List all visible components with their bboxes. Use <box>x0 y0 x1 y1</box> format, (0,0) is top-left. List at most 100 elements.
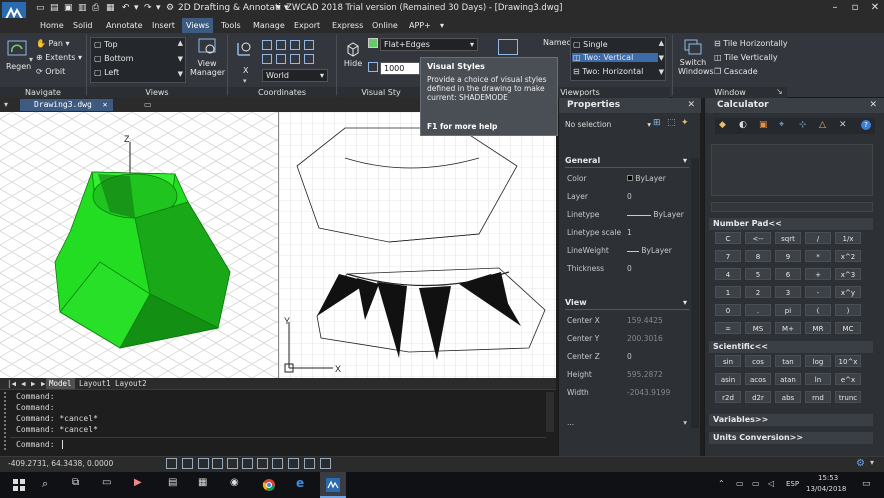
osnap-icon[interactable] <box>227 458 238 469</box>
close-icon[interactable]: ✕ <box>687 100 695 110</box>
selection-cycling-icon[interactable] <box>320 458 331 469</box>
store-icon[interactable]: ▤ <box>168 477 177 488</box>
view-manager-button[interactable]: View Manager <box>190 37 225 77</box>
windows-start-icon[interactable] <box>12 478 26 492</box>
sci-key[interactable]: tan <box>775 355 801 367</box>
intersection-icon[interactable]: ✕ <box>839 120 847 130</box>
print-icon[interactable]: ⎙ <box>92 3 99 15</box>
history-icon[interactable]: ◐ <box>739 120 747 130</box>
tab-home[interactable]: Home <box>36 18 68 33</box>
status-menu-icon[interactable]: ▾ <box>870 458 874 467</box>
tab-manage[interactable]: Manage <box>249 18 289 33</box>
properties-scrollbar[interactable] <box>691 158 699 428</box>
prop-layer[interactable]: Layer 0 <box>567 192 689 210</box>
numpad-key[interactable]: / <box>805 232 831 244</box>
command-scrollbar[interactable] <box>546 392 554 432</box>
numpad-key[interactable]: - <box>805 286 831 298</box>
tile-vertically-button[interactable]: ◫ Tile Vertically <box>714 53 778 62</box>
close-button[interactable]: ✕ <box>866 1 884 15</box>
panel-expand-icon[interactable]: ↘ <box>776 87 783 96</box>
tile-horizontally-button[interactable]: ⊟ Tile Horizontally <box>714 39 788 48</box>
numpad-key[interactable]: 5 <box>745 268 771 280</box>
action-center-icon[interactable]: ▭ <box>862 479 871 489</box>
tab-model[interactable]: Model <box>46 378 75 389</box>
sci-key[interactable]: 10^x <box>835 355 861 367</box>
numpad-key[interactable]: 8 <box>745 250 771 262</box>
calculator-input[interactable] <box>711 202 873 212</box>
workspace-selector[interactable]: 2D Drafting & Annotati ▾ <box>178 3 288 15</box>
command-input[interactable]: Command: <box>10 437 546 451</box>
numpad-key[interactable]: <-- <box>745 232 771 244</box>
numpad-key[interactable]: x^3 <box>835 268 861 280</box>
media-player-icon[interactable]: ▶ <box>134 477 142 488</box>
sci-key[interactable]: ln <box>805 373 831 385</box>
edge-icon[interactable]: e <box>296 476 304 490</box>
angle-icon[interactable]: △ <box>819 120 826 130</box>
numpad-key[interactable]: 1 <box>715 286 741 298</box>
viewport-2d[interactable]: Y X <box>278 112 556 378</box>
prop-center-x[interactable]: Center X 159.4425 <box>567 316 689 334</box>
selection-dropdown[interactable]: No selection ▾ <box>565 120 651 132</box>
ucs-zaxis-icon[interactable] <box>290 40 300 50</box>
numpad-key[interactable]: + <box>805 268 831 280</box>
quick-select-icon[interactable]: ⊞ <box>653 118 661 128</box>
sci-key[interactable]: d2r <box>745 391 771 403</box>
volume-icon[interactable]: ◁ <box>768 479 774 488</box>
otrack-icon[interactable] <box>242 458 253 469</box>
sci-key[interactable]: cos <box>745 355 771 367</box>
numpad-key[interactable]: pi <box>775 304 801 316</box>
tab-app-plus[interactable]: APP+ <box>405 18 435 33</box>
prop-lineweight[interactable]: LineWeight ByLayer <box>567 246 689 264</box>
prop-center-y[interactable]: Center Y 200.3016 <box>567 334 689 352</box>
sci-key[interactable]: r2d <box>715 391 741 403</box>
prop-color[interactable]: Color ByLayer <box>567 174 689 192</box>
help-icon[interactable]: ? <box>861 120 871 130</box>
numpad-key[interactable]: 3 <box>775 286 801 298</box>
ucs-3point-icon[interactable] <box>276 40 286 50</box>
tab-views[interactable]: Views <box>182 18 214 33</box>
prop-thickness[interactable]: Thickness 0 <box>567 264 689 282</box>
close-icon[interactable]: ✕ <box>103 100 108 109</box>
plot-icon[interactable]: ▦ <box>106 3 115 15</box>
named-viewports-icon[interactable] <box>498 39 518 55</box>
ducs-icon[interactable] <box>257 458 268 469</box>
grid-icon[interactable] <box>182 458 193 469</box>
cascade-button[interactable]: ❐ Cascade <box>714 67 758 76</box>
clock-time[interactable]: 15:53 <box>818 474 838 482</box>
tab-drawing3[interactable]: Drawing3.dwg ✕ <box>20 99 114 111</box>
tab-export[interactable]: Export <box>290 18 324 33</box>
viewport-single[interactable]: ▢ Single <box>573 40 608 49</box>
tab-insert[interactable]: Insert <box>148 18 179 33</box>
ucs-face-icon[interactable] <box>276 54 286 64</box>
viewport-two-vertical[interactable]: ◫ Two: Vertical <box>572 53 658 62</box>
visual-style-select[interactable]: Flat+Edges ▾ <box>380 38 478 51</box>
network-icon[interactable]: ▭ <box>736 479 744 488</box>
tab-online[interactable]: Online <box>368 18 402 33</box>
search-icon[interactable]: ⌕ <box>42 477 48 491</box>
numpad-key[interactable]: 2 <box>745 286 771 298</box>
regen-button[interactable]: Regen <box>6 39 31 71</box>
view-left[interactable]: ▢ Left <box>94 68 119 77</box>
ucs-view-icon[interactable] <box>304 40 314 50</box>
numpad-key[interactable]: * <box>805 250 831 262</box>
clock-date[interactable]: 13/04/2018 <box>806 485 846 493</box>
scroll-down-icon[interactable]: ▼ <box>659 54 664 62</box>
tab-tools[interactable]: Tools <box>217 18 245 33</box>
paste-icon[interactable]: ▣ <box>759 120 768 130</box>
numpad-key[interactable]: x^y <box>835 286 861 298</box>
prev-layout-icon[interactable]: ◀ <box>18 378 29 389</box>
numpad-key[interactable]: 6 <box>775 268 801 280</box>
clear-icon[interactable]: ◆ <box>719 120 726 130</box>
get-coordinates-icon[interactable]: ⌖ <box>779 120 784 130</box>
prop-linetype[interactable]: Linetype ByLayer <box>567 210 689 228</box>
chrome-icon[interactable] <box>262 478 276 492</box>
view-bottom[interactable]: ▢ Bottom <box>94 54 133 63</box>
new-tab-icon[interactable]: ▭ <box>144 100 152 109</box>
undo-dropdown-icon[interactable]: ▾ <box>134 3 139 15</box>
numpad-key[interactable]: 4 <box>715 268 741 280</box>
ucs-dropdown-icon[interactable]: ▾ <box>243 77 247 85</box>
polar-icon[interactable] <box>212 458 223 469</box>
tab-solid[interactable]: Solid <box>69 18 97 33</box>
file-explorer-icon[interactable]: ▭ <box>102 477 111 488</box>
expand-icon[interactable]: ▼ <box>178 70 183 78</box>
